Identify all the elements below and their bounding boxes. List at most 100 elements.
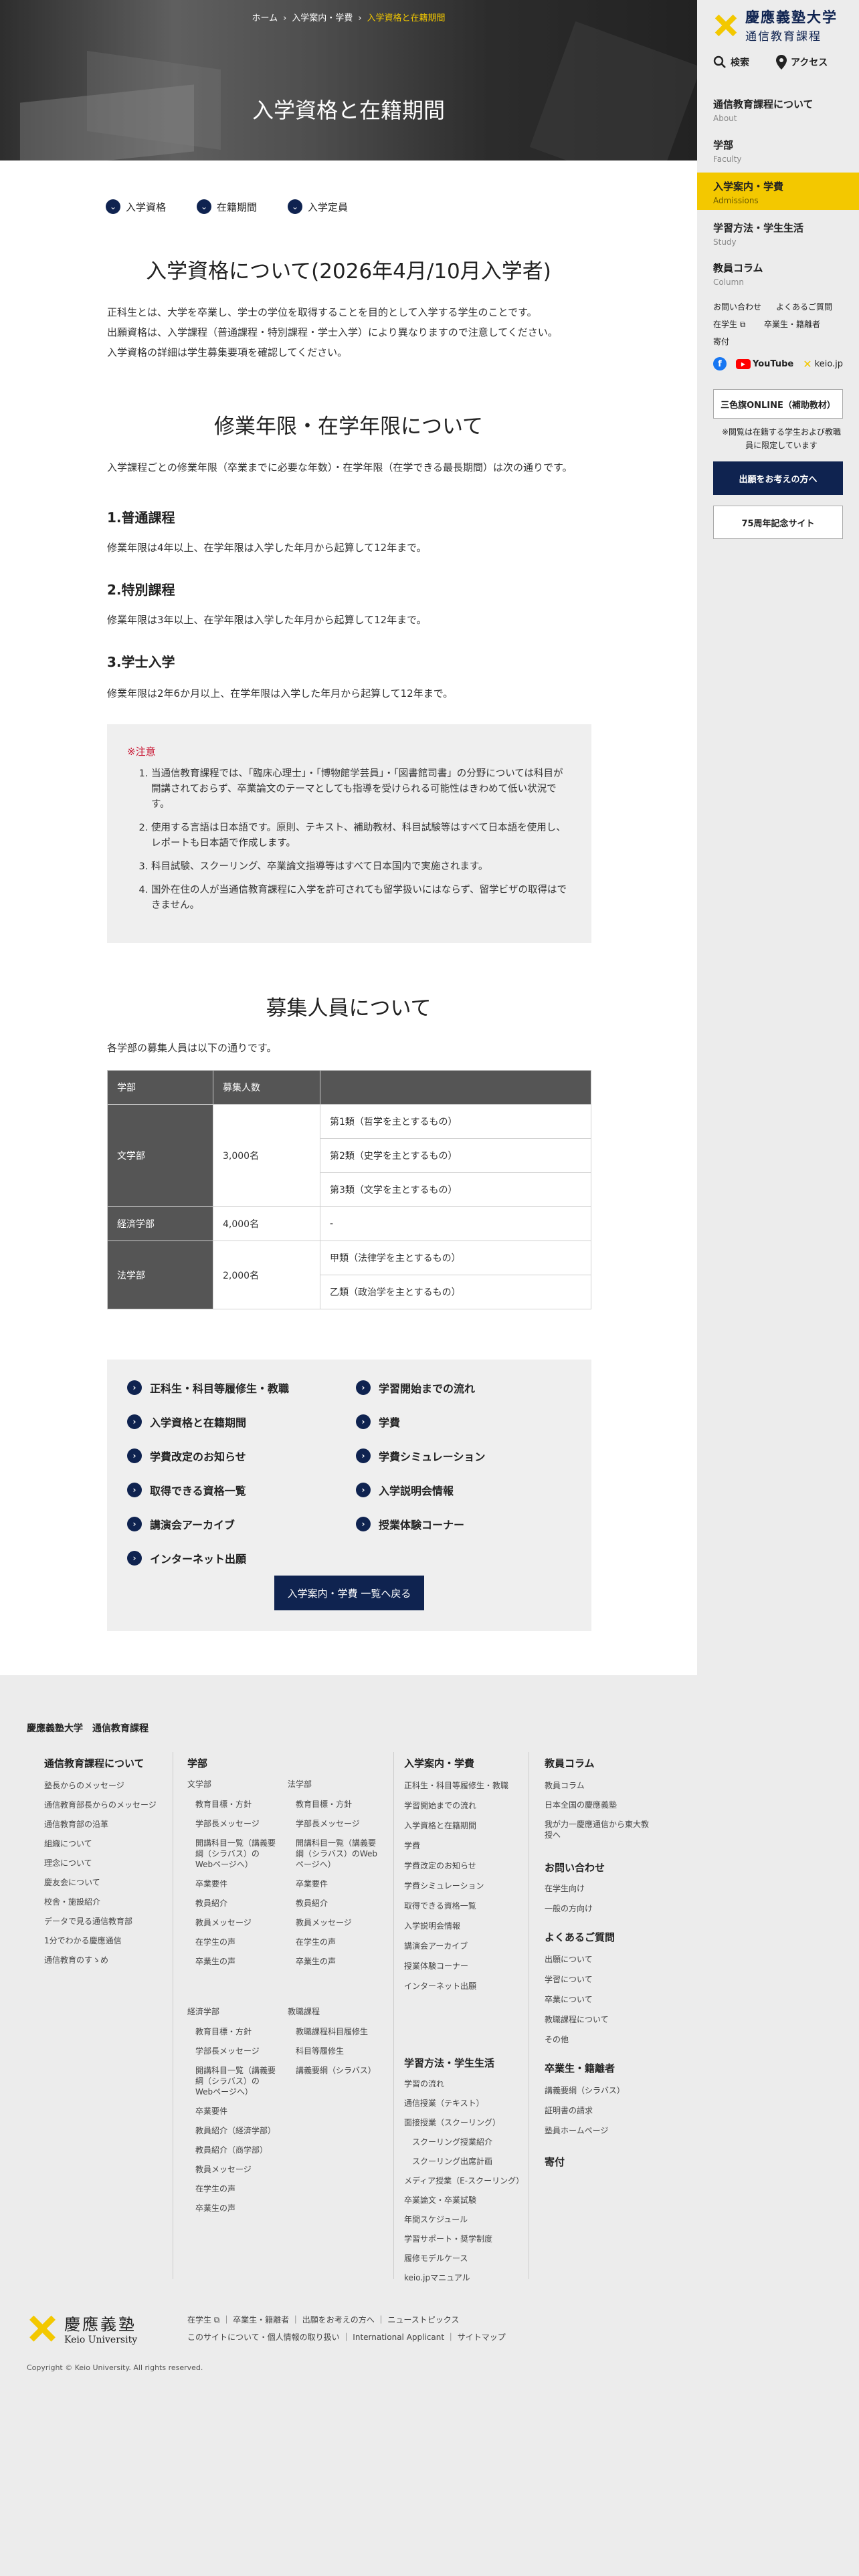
footer-link[interactable]: 教育目標・方針	[296, 1799, 383, 1810]
footer-link[interactable]: 学部長メッセージ	[195, 2046, 277, 2056]
footer-link[interactable]: 日本全国の慶應義塾	[545, 1800, 652, 1810]
footer-link[interactable]: 教員紹介（経済学部）	[195, 2125, 277, 2136]
footer-link[interactable]: 塾長からのメッセージ	[44, 1780, 158, 1791]
footer-link[interactable]: 1分でわかる慶應通信	[44, 1935, 158, 1946]
footer-link[interactable]: 出願をお考えの方へ	[302, 2315, 375, 2325]
footer-link[interactable]: 在学生向け	[545, 1883, 593, 1894]
footer-link[interactable]: 卒業について	[545, 1994, 609, 2005]
footer-link[interactable]: 一般の方向け	[545, 1903, 593, 1914]
footer-link[interactable]: 教員紹介（商学部）	[195, 2145, 277, 2155]
footer-link[interactable]: 通信授業（テキスト）	[404, 2098, 522, 2109]
footer-link[interactable]: サイトマップ	[458, 2333, 506, 2342]
footer-link[interactable]: 教育目標・方針	[195, 1799, 277, 1810]
nav-item-admissions[interactable]: 入学案内・学費 Admissions	[697, 173, 859, 210]
footer-link[interactable]: 取得できる資格一覧	[404, 1901, 518, 1911]
footer-link[interactable]: 教職課程について	[545, 2014, 609, 2025]
breadcrumb-home[interactable]: ホーム	[252, 13, 278, 23]
site-logo[interactable]: 慶應義塾大学 通信教育課程	[713, 7, 838, 43]
footer-link[interactable]: 教員メッセージ	[195, 1917, 277, 1928]
youtube-link[interactable]: ▶ YouTube	[736, 358, 793, 369]
search-button[interactable]: 検索	[713, 55, 749, 70]
footer-link[interactable]: 教職課程科目履修生	[296, 2026, 383, 2037]
related-link[interactable]: › 授業体験コーナー	[356, 1516, 464, 1532]
footer-heading-column[interactable]: 教員コラム	[545, 1756, 595, 1770]
related-link[interactable]: › 学習開始までの流れ	[356, 1380, 475, 1396]
footer-heading-alumni[interactable]: 卒業生・籍離者	[545, 2061, 615, 2075]
footer-heading-faculty[interactable]: 学部	[187, 1756, 207, 1770]
footer-link[interactable]: 学習サポート・奨学制度	[404, 2234, 522, 2244]
footer-link[interactable]: 校舎・施設紹介	[44, 1897, 158, 1907]
footer-link[interactable]: 卒業要件	[195, 1879, 277, 1889]
related-link[interactable]: › 取得できる資格一覧	[127, 1482, 246, 1498]
footer-link[interactable]: 履修モデルケース	[404, 2253, 522, 2264]
footer-link[interactable]: 組織について	[44, 1838, 158, 1849]
footer-link[interactable]: 教員メッセージ	[195, 2164, 277, 2175]
footer-link[interactable]: 卒業生・籍離者	[233, 2315, 289, 2325]
footer-link[interactable]: 入学資格と在籍期間	[404, 1820, 518, 1831]
related-link[interactable]: › 入学資格と在籍期間	[127, 1414, 246, 1430]
footer-link[interactable]: 講義要綱（シラバス）	[545, 2085, 625, 2096]
footer-link[interactable]: 学費改定のお知らせ	[404, 1860, 518, 1871]
footer-link[interactable]: 通信教育のすゝめ	[44, 1955, 158, 1965]
apply-guide-button[interactable]: 出願をお考えの方へ	[713, 461, 843, 495]
nav-item-column[interactable]: 教員コラム Column	[713, 261, 854, 287]
sanshoku-online-button[interactable]: 三色旗ONLINE（補助教材）	[713, 389, 843, 419]
footer-link[interactable]: 卒業論文・卒業試験	[404, 2195, 522, 2206]
footer-link[interactable]: 学習について	[545, 1974, 609, 1985]
footer-link[interactable]: 学習開始までの流れ	[404, 1800, 518, 1811]
anchor-link-enrollment-period[interactable]: ⌄ 在籍期間	[197, 199, 257, 214]
anniversary-75-button[interactable]: 75周年記念サイト	[713, 506, 843, 539]
footer-heading-donate[interactable]: 寄付	[545, 2155, 565, 2169]
footer-link[interactable]: 講義要綱（シラバス）	[296, 2065, 383, 2076]
footer-link[interactable]: 卒業生の声	[195, 2203, 277, 2214]
nav-item-study[interactable]: 学習方法・学生生活 Study	[713, 221, 854, 247]
footer-link[interactable]: 教員コラム	[545, 1780, 652, 1791]
footer-link[interactable]: keio.jpマニュアル	[404, 2272, 522, 2283]
footer-link[interactable]: 講演会アーカイブ	[404, 1941, 518, 1951]
footer-link[interactable]: 出願について	[545, 1954, 609, 1965]
anchor-link-qualification[interactable]: ⌄ 入学資格	[106, 199, 166, 214]
footer-link[interactable]: ニューストピックス	[387, 2315, 459, 2325]
footer-link[interactable]: メディア授業（E-スクーリング）	[404, 2175, 524, 2186]
nav-item-faculty[interactable]: 学部 Faculty	[713, 138, 854, 164]
footer-link[interactable]: 学部長メッセージ	[195, 1818, 277, 1829]
sidebar-link-contact[interactable]: お問い合わせ	[713, 301, 761, 312]
footer-link[interactable]: 在学生の声	[195, 1937, 277, 1947]
footer-link[interactable]: 授業体験コーナー	[404, 1961, 518, 1971]
footer-heading-study[interactable]: 学習方法・学生生活	[404, 2056, 494, 2070]
footer-link[interactable]: 教員メッセージ	[296, 1917, 383, 1928]
footer-subheading[interactable]: 文学部	[187, 1779, 211, 1790]
footer-link[interactable]: 在学生の声	[195, 2183, 277, 2194]
footer-link[interactable]: 科目等履修生	[296, 2046, 383, 2056]
footer-link[interactable]: 入学説明会情報	[404, 1921, 518, 1931]
footer-link[interactable]: 我が力一慶應通信から東大教授へ	[545, 1819, 652, 1840]
footer-link[interactable]: スクーリング授業紹介	[404, 2137, 522, 2147]
footer-link[interactable]: 開講科目一覧（講義要綱（シラバス）のWebページへ）	[195, 1838, 277, 1870]
footer-link[interactable]: 卒業生の声	[195, 1956, 277, 1967]
footer-subheading[interactable]: 法学部	[288, 1779, 312, 1790]
footer-heading-about[interactable]: 通信教育課程について	[44, 1756, 145, 1770]
footer-link[interactable]: 学費シミュレーション	[404, 1881, 518, 1891]
related-link[interactable]: › 正科生・科目等履修生・教職	[127, 1380, 289, 1396]
footer-link[interactable]: 在学生 ⧉	[187, 2315, 219, 2325]
related-link[interactable]: › 入学説明会情報	[356, 1482, 454, 1498]
related-link[interactable]: › 講演会アーカイブ	[127, 1516, 235, 1532]
footer-link[interactable]: その他	[545, 2034, 609, 2045]
related-link[interactable]: › 学費	[356, 1414, 400, 1430]
footer-subheading[interactable]: 教職課程	[288, 2006, 320, 2017]
related-link[interactable]: › 学費改定のお知らせ	[127, 1448, 246, 1464]
footer-link[interactable]: 学部長メッセージ	[296, 1818, 383, 1829]
sidebar-link-donate[interactable]: 寄付	[713, 336, 729, 347]
footer-link[interactable]: スクーリング出席計画	[404, 2156, 522, 2167]
back-to-list-button[interactable]: 入学案内・学費 一覧へ戻る	[274, 1576, 424, 1610]
footer-link[interactable]: 開講科目一覧（講義要綱（シラバス）のWebページへ）	[296, 1838, 383, 1870]
footer-link[interactable]: 通信教育部の沿革	[44, 1819, 158, 1830]
breadcrumb-parent[interactable]: 入学案内・学費	[292, 13, 353, 23]
anchor-link-capacity[interactable]: ⌄ 入学定員	[288, 199, 348, 214]
nav-item-about[interactable]: 通信教育課程について About	[713, 97, 854, 123]
footer-link[interactable]: 在学生の声	[296, 1937, 383, 1947]
footer-link[interactable]: 塾員ホームページ	[545, 2125, 625, 2136]
footer-link[interactable]: データで見る通信教育部	[44, 1916, 158, 1927]
footer-link[interactable]: 学費	[404, 1840, 518, 1851]
keio-jp-link[interactable]: ✕ keio.jp	[803, 358, 843, 370]
